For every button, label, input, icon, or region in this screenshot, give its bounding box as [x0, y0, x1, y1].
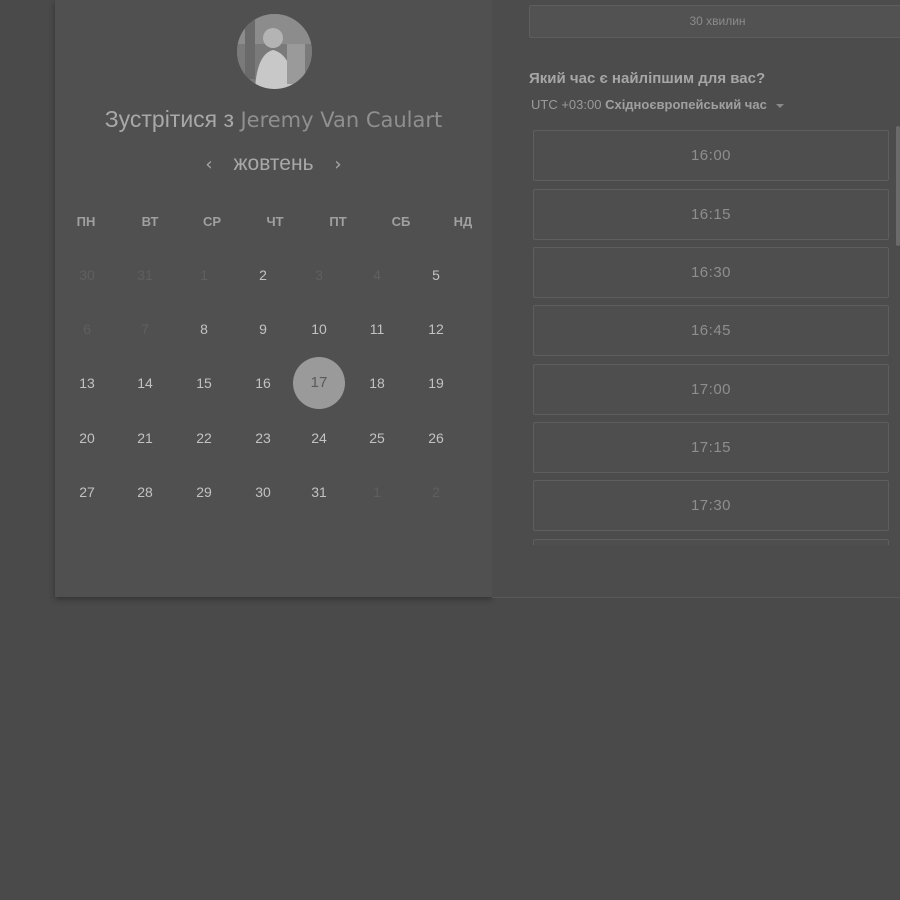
- calendar-day[interactable]: 15: [178, 357, 230, 409]
- calendar-day: 2: [432, 484, 440, 500]
- meet-with-label: Зустрітися з: [104, 106, 235, 132]
- calendar-day[interactable]: 29: [178, 466, 230, 518]
- month-label: жовтень: [233, 152, 314, 175]
- calendar-day: 7: [141, 321, 149, 337]
- calendar-day: 3: [315, 267, 323, 283]
- weekday-label: ЧТ: [266, 214, 284, 229]
- time-slot-button[interactable]: 16:00: [533, 130, 889, 181]
- calendar-day[interactable]: 9: [237, 303, 289, 355]
- weekday-label: ПН: [76, 214, 96, 229]
- calendar-day[interactable]: 11: [351, 303, 403, 355]
- calendar-day: 30: [79, 267, 95, 283]
- calendar-day[interactable]: 16: [237, 357, 289, 409]
- time-slot-list: 16:00 16:15 16:30 16:45 17:00 17:15 17:3…: [492, 0, 900, 545]
- host-name: Jeremy Van Caulart: [240, 108, 443, 132]
- calendar-day[interactable]: 24: [293, 412, 345, 464]
- time-slot-button[interactable]: 16:30: [533, 247, 889, 298]
- slot-list-scrollbar[interactable]: [896, 126, 900, 246]
- time-slot-button[interactable]: 17:15: [533, 422, 889, 473]
- calendar-day: 1: [373, 484, 381, 500]
- calendar-day[interactable]: 25: [351, 412, 403, 464]
- month-navigation: ‹ жовтень ›: [55, 152, 492, 182]
- booking-page: Зустрітися з Jeremy Van Caulart ‹ жовтен…: [0, 0, 900, 900]
- calendar-day: 6: [83, 321, 91, 337]
- calendar-day[interactable]: 10: [293, 303, 345, 355]
- time-slot-button-partial[interactable]: [533, 539, 889, 545]
- weekday-label: СБ: [391, 214, 411, 229]
- meeting-title: Зустрітися з Jeremy Van Caulart: [55, 106, 492, 133]
- avatar: [237, 14, 312, 89]
- calendar-day: 4: [373, 267, 381, 283]
- time-selection-panel: 30 хвилин Який час є найліпшим для вас? …: [492, 0, 900, 598]
- calendar-day[interactable]: 2: [237, 249, 289, 301]
- chevron-right-icon[interactable]: ›: [328, 154, 348, 175]
- calendar-day[interactable]: 13: [61, 357, 113, 409]
- time-slot-button[interactable]: 16:45: [533, 305, 889, 356]
- calendar-day[interactable]: 22: [178, 412, 230, 464]
- weekday-label: ВТ: [141, 214, 159, 229]
- calendar-day[interactable]: 28: [119, 466, 171, 518]
- calendar-day: 31: [137, 267, 153, 283]
- calendar-day[interactable]: 12: [410, 303, 462, 355]
- calendar-day[interactable]: 19: [410, 357, 462, 409]
- time-slot-button[interactable]: 16:15: [533, 189, 889, 240]
- calendar-day[interactable]: 5: [410, 249, 462, 301]
- calendar-day[interactable]: 18: [351, 357, 403, 409]
- weekday-label: СР: [202, 214, 222, 229]
- calendar-day: 1: [200, 267, 208, 283]
- weekday-label: НД: [453, 214, 473, 229]
- calendar-day[interactable]: 27: [61, 466, 113, 518]
- weekday-header: ПН ВТ СР ЧТ ПТ СБ НД: [55, 214, 492, 230]
- chevron-left-icon[interactable]: ‹: [199, 154, 219, 175]
- calendar-day[interactable]: 31: [293, 466, 345, 518]
- calendar-day[interactable]: 14: [119, 357, 171, 409]
- calendar-panel: Зустрітися з Jeremy Van Caulart ‹ жовтен…: [55, 0, 492, 597]
- calendar-day[interactable]: 26: [410, 412, 462, 464]
- calendar-day-selected[interactable]: 17: [293, 357, 345, 409]
- calendar-day[interactable]: 21: [119, 412, 171, 464]
- time-slot-button[interactable]: 17:30: [533, 480, 889, 531]
- calendar-day[interactable]: 23: [237, 412, 289, 464]
- calendar-day[interactable]: 8: [178, 303, 230, 355]
- weekday-label: ПТ: [329, 214, 347, 229]
- calendar-day[interactable]: 20: [61, 412, 113, 464]
- time-slot-button[interactable]: 17:00: [533, 364, 889, 415]
- calendar-day[interactable]: 30: [237, 466, 289, 518]
